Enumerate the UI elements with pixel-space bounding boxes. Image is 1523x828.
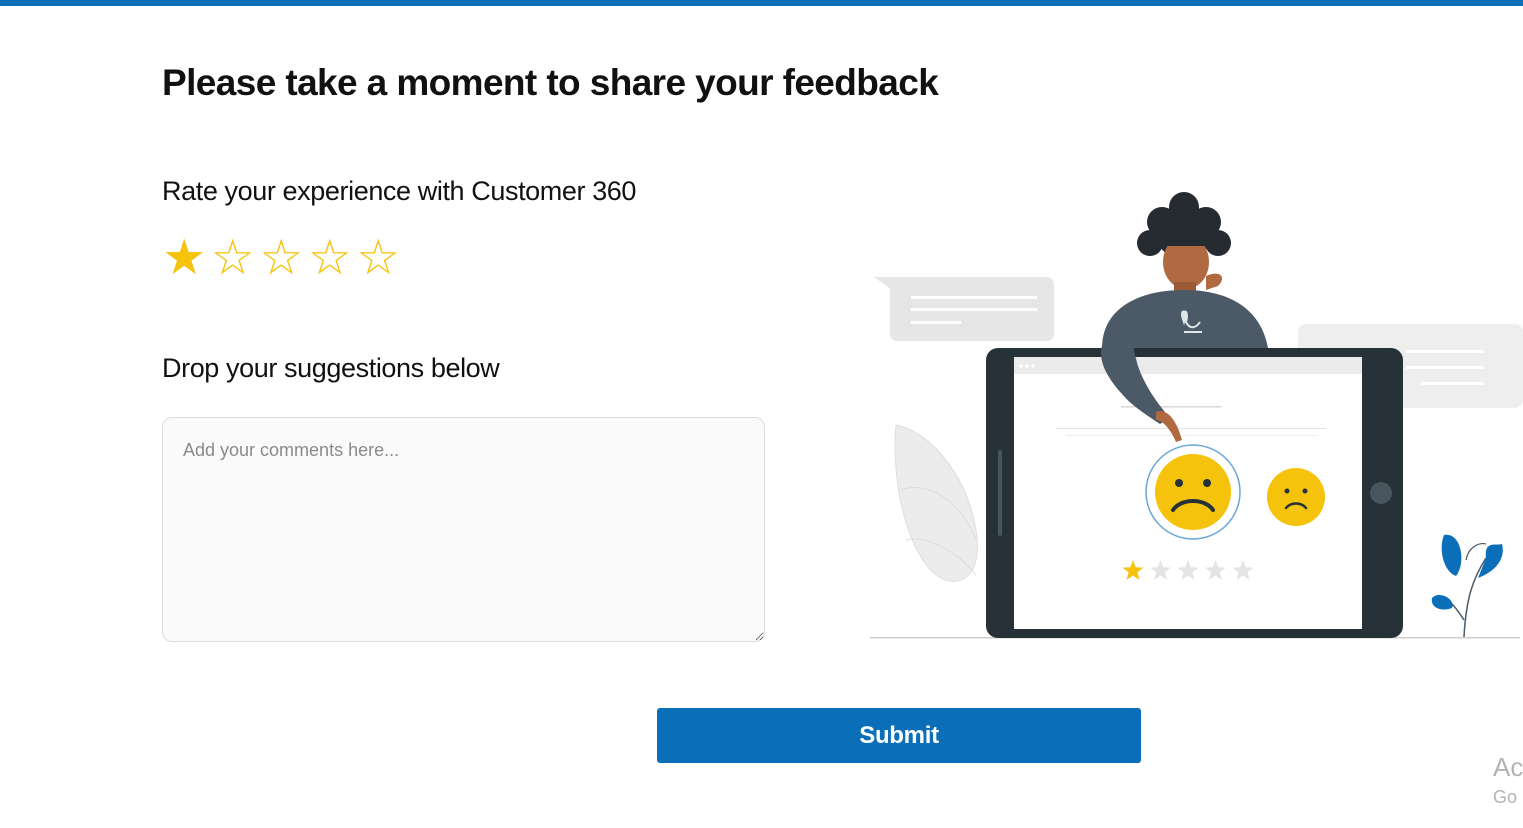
page-title: Please take a moment to share your feedb…: [162, 62, 939, 103]
feedback-illustration: [870, 192, 1523, 639]
activation-watermark: Ac Go: [1493, 754, 1523, 806]
frown-face-icon: [1267, 468, 1325, 526]
sad-face-selected-icon: [1145, 444, 1241, 540]
blue-plant: [1431, 534, 1503, 638]
submit-button[interactable]: Submit: [657, 708, 1141, 763]
watermark-title: Ac: [1493, 752, 1523, 782]
star-rating[interactable]: ★ ☆ ☆ ☆ ☆: [160, 232, 403, 284]
star-icon-4[interactable]: ☆: [306, 232, 355, 284]
suggestions-label: Drop your suggestions below: [162, 353, 500, 383]
star-icon-5[interactable]: ☆: [354, 232, 403, 284]
watermark-subtitle: Go: [1493, 787, 1518, 807]
person-figure: [1102, 192, 1268, 348]
leaf-decoration: [894, 424, 978, 582]
comments-textarea[interactable]: [162, 417, 765, 642]
star-icon-3[interactable]: ☆: [257, 232, 306, 284]
star-icon-2[interactable]: ☆: [209, 232, 258, 284]
star-icon-1[interactable]: ★: [160, 232, 209, 284]
rating-label: Rate your experience with Customer 360: [162, 176, 637, 206]
speech-bubble-left: [874, 277, 1054, 341]
top-accent-bar: [0, 0, 1523, 6]
